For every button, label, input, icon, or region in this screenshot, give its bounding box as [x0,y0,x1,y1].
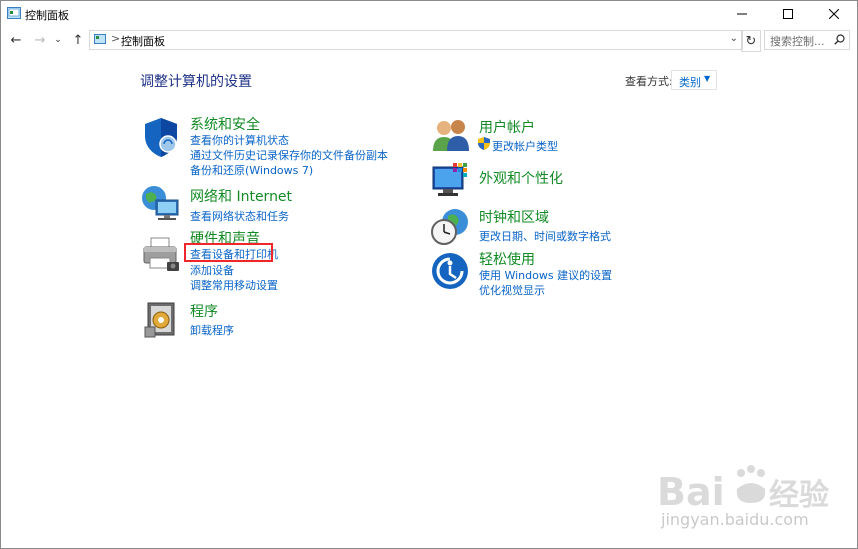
close-button[interactable] [811,1,857,27]
link-change-date-time-format[interactable]: 更改日期、时间或数字格式 [479,228,611,244]
category-network-internet[interactable]: 网络和 Internet [190,186,292,206]
view-by-dropdown[interactable]: 类别 ▼ [671,70,717,90]
category-programs[interactable]: 程序 [190,301,218,321]
address-dropdown-icon[interactable]: ⌄ [730,33,738,44]
forward-arrow-icon: → [34,32,46,48]
link-add-device[interactable]: 添加设备 [190,262,234,278]
appearance-icon [432,163,467,196]
programs-icon [144,302,175,338]
highlight-box [184,243,273,262]
control-panel-window: 控制面板 ← → ⌄ ↑ > 控制面板 ⌄ ↻ 搜索控制... 调整计算机的设置… [0,0,858,549]
users-icon [433,120,469,151]
search-input[interactable]: 搜索控制... [770,33,825,49]
address-bar[interactable]: > 控制面板 ⌄ [89,30,743,50]
maximize-icon [783,9,793,19]
chevron-down-icon: ⌄ [54,35,62,45]
link-file-history-backup[interactable]: 通过文件历史记录保存你的文件备份副本 [190,147,388,163]
maximize-button[interactable] [765,1,811,27]
control-panel-icon [94,34,106,44]
back-arrow-icon: ← [10,32,22,48]
category-user-accounts[interactable]: 用户帐户 [479,117,535,137]
watermark-url: jingyan.baidu.com [661,510,809,529]
category-system-security[interactable]: 系统和安全 [190,114,260,134]
category-appearance-personalization[interactable]: 外观和个性化 [479,168,563,188]
refresh-button[interactable]: ↻ [741,30,761,52]
svg-text:Bai: Bai [657,470,725,514]
link-optimize-visual-display[interactable]: 优化视觉显示 [479,282,545,298]
view-by-value: 类别 [679,76,701,89]
category-clock-region[interactable]: 时钟和区域 [479,207,549,227]
link-network-status[interactable]: 查看网络状态和任务 [190,208,289,224]
printer-icon [143,237,179,271]
recent-locations-button[interactable]: ⌄ [51,31,65,49]
up-button[interactable]: ↑ [68,31,88,49]
ease-of-access-icon [432,253,468,289]
globe-network-icon [142,186,179,220]
page-title: 调整计算机的设置 [140,74,252,90]
breadcrumb-control-panel[interactable]: 控制面板 [121,33,165,49]
clock-globe-icon [431,209,468,245]
title-bar[interactable]: 控制面板 [1,1,857,27]
link-uninstall-program[interactable]: 卸载程序 [190,322,234,338]
link-windows-recommended-settings[interactable]: 使用 Windows 建议的设置 [479,267,612,283]
watermark-brand: 经验 [769,478,829,513]
breadcrumb-separator: > [111,32,121,45]
search-icon [834,34,845,45]
control-panel-icon [7,7,21,19]
shield-icon [145,118,177,157]
link-backup-restore[interactable]: 备份和还原(Windows 7) [190,162,313,178]
caret-down-icon: ▼ [704,74,711,83]
navigation-bar: ← → ⌄ ↑ > 控制面板 ⌄ ↻ 搜索控制... [1,27,857,53]
search-box[interactable]: 搜索控制... [764,30,850,50]
forward-button[interactable]: → [30,31,50,49]
close-icon [829,9,839,19]
minimize-button[interactable] [719,1,765,27]
link-view-computer-status[interactable]: 查看你的计算机状态 [190,132,289,148]
window-title: 控制面板 [25,9,69,22]
uac-shield-icon [478,137,490,150]
category-ease-of-access[interactable]: 轻松使用 [479,249,535,269]
refresh-icon: ↻ [745,33,757,49]
up-arrow-icon: ↑ [72,32,84,48]
minimize-icon [737,13,747,15]
link-mobility-settings[interactable]: 调整常用移动设置 [190,277,278,293]
link-change-account-type[interactable]: 更改帐户类型 [492,138,558,154]
back-button[interactable]: ← [6,31,26,49]
view-by-label: 查看方式: [625,75,673,88]
